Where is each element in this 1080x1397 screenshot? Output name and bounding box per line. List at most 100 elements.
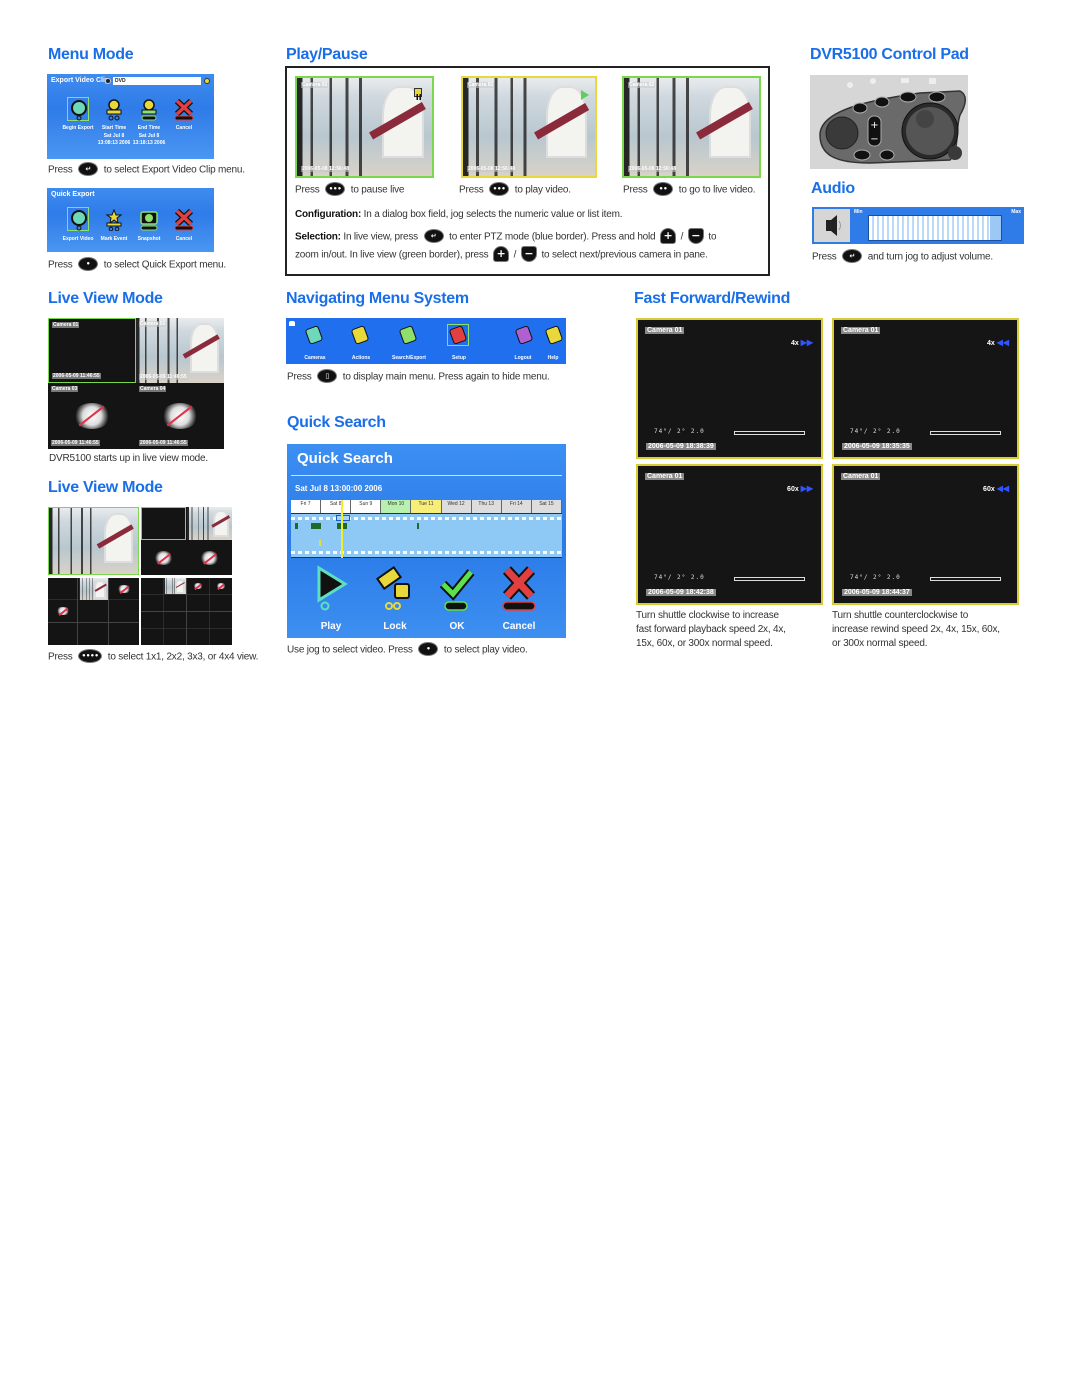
timeline-day[interactable]: Thu 13: [471, 500, 502, 513]
main-menu-item-actions[interactable]: Actions: [338, 324, 384, 364]
main-menu-item-search-export[interactable]: Search/Export: [386, 324, 432, 364]
selection-text-line2: zoom in/out. In live view (green border)…: [295, 246, 708, 263]
playback-frame-rewind-60x: Camera 01 60x ◀◀ 74°/ 2° 2.0 2006-05-09 18:…: [832, 464, 1019, 605]
svg-text:+: +: [870, 120, 878, 131]
caption-text: to select Quick Export menu.: [103, 259, 226, 271]
menu-item-label: Start Time: [101, 125, 127, 131]
live-view-2x2-grid: Camera 01 2006-05-09 11:46:55 Camera 02 …: [48, 318, 224, 449]
action-lock-label[interactable]: Lock: [365, 621, 425, 632]
timeline-day[interactable]: Mon 10: [381, 500, 412, 513]
cancel-icon[interactable]: [174, 208, 194, 231]
divider: [291, 475, 562, 476]
timeline-day[interactable]: Fri 14: [501, 500, 532, 513]
camera-tile[interactable]: Camera 01 2006-05-09 11:46:55: [48, 318, 136, 383]
camera-icon: [304, 325, 324, 345]
speed-value: 4x: [790, 340, 799, 347]
timeline-day[interactable]: Sun 9: [351, 500, 382, 513]
timeline-day-strip: Fri 7 Sat 8 Sun 9 Mon 10 Tue 11 Wed 12 Thu 13 F…: [291, 500, 562, 513]
minus-button-icon: −: [520, 246, 537, 262]
camera-image: [624, 78, 759, 176]
camera-label: Camera 02: [301, 82, 329, 88]
no-camera-icon: [117, 584, 131, 594]
play-icon[interactable]: [311, 564, 351, 612]
end-time-icon[interactable]: [139, 99, 159, 121]
configuration-label: Configuration:: [295, 209, 362, 220]
caption-text: Press: [295, 184, 320, 196]
selection-window[interactable]: [336, 515, 350, 521]
timeline-track[interactable]: [291, 500, 562, 558]
enter-button-icon: ↵: [423, 229, 444, 243]
caption-text: to select 1x1, 2x2, 3x3, or 4x4 view.: [107, 651, 259, 663]
timeline-day[interactable]: Sat 15: [531, 500, 562, 513]
action-play-label[interactable]: Play: [301, 621, 361, 632]
no-camera-icon: [160, 402, 200, 430]
caption-text: Press: [812, 251, 837, 263]
navigating-caption: Press ▯ to display main menu. Press agai…: [287, 369, 550, 384]
no-camera-icon: [193, 582, 203, 590]
four-dot-button-icon: ••••: [78, 649, 103, 663]
export-format-field[interactable]: DVD: [113, 77, 201, 85]
search-date: Sat Jul 8 13:00:00 2006: [295, 484, 383, 493]
menu-item-label: End Time: [137, 125, 161, 131]
timeline-day[interactable]: Sat 8: [321, 500, 352, 513]
right-arrow-icon[interactable]: [204, 78, 210, 84]
three-dot-button-icon: •••: [325, 182, 346, 196]
timestamp: 2006-05-09 18:38:39: [646, 443, 716, 450]
cancel-icon[interactable]: [174, 98, 194, 121]
svg-text:−: −: [870, 134, 878, 145]
recording-mark: [417, 523, 419, 529]
timeline-day[interactable]: Wed 12: [441, 500, 472, 513]
cancel-icon[interactable]: [499, 564, 539, 612]
check-icon[interactable]: [437, 564, 477, 612]
caption-text: to select next/previous camera in pane.: [541, 249, 708, 261]
camera-label: Camera 02: [139, 321, 167, 327]
timeline-cursor[interactable]: [341, 500, 343, 558]
start-time-icon[interactable]: [104, 99, 124, 121]
lock-icon[interactable]: [375, 564, 415, 612]
timeline-day[interactable]: Tue 11: [411, 500, 442, 513]
caption-text: Press: [48, 259, 73, 271]
camera-image: [79, 578, 108, 600]
camera-image: [297, 78, 432, 176]
end-time-value: Sat Jul 8 13:18:13 2006: [132, 133, 166, 146]
export-disc-icon[interactable]: [69, 99, 89, 121]
quick-search-caption: Use jog to select video. Press • to sele…: [287, 642, 528, 657]
export-video-icon[interactable]: [69, 209, 89, 231]
action-cancel-label[interactable]: Cancel: [489, 621, 549, 632]
main-menu-item-setup[interactable]: Setup: [436, 324, 482, 364]
export-caption: Press ↵ to select Export Video Clip menu…: [48, 162, 245, 177]
left-arrow-icon[interactable]: [105, 78, 111, 84]
camera-image: [49, 508, 138, 574]
main-menu-item-logout[interactable]: Logout: [512, 324, 534, 364]
camera-tile[interactable]: Camera 04 2006-05-09 11:46:55: [136, 383, 224, 449]
caption-text: In live view, press: [343, 231, 418, 243]
caption-text: Press: [287, 371, 312, 383]
main-menu-item-help[interactable]: Help: [542, 324, 564, 364]
track-perforation: [291, 517, 562, 520]
export-screen-title: Export Video Clip: [51, 77, 110, 84]
main-menu-item-label: Cameras: [304, 355, 326, 361]
timeline-day[interactable]: Fri 7: [291, 500, 322, 513]
volume-slider[interactable]: [868, 215, 1002, 241]
speaker-icon: [814, 209, 850, 242]
camera-tile[interactable]: Camera 02 2006-05-09 11:46:55: [136, 318, 224, 383]
timestamp: 2006-05-09 11:46:55: [51, 440, 100, 446]
caption-text: to enter PTZ mode (blue border). Press a…: [449, 231, 656, 243]
camera-label: Camera 01: [841, 327, 881, 334]
camera-tile[interactable]: Camera 03 2006-05-09 11:46:55: [48, 383, 136, 449]
speed-indicator: 4x ◀◀: [987, 338, 1009, 347]
snapshot-icon[interactable]: [139, 209, 159, 231]
audio-heading: Audio: [811, 180, 855, 197]
action-ok-label[interactable]: OK: [427, 621, 487, 632]
plus-button-icon: +: [660, 228, 677, 244]
main-menu-item-cameras[interactable]: Cameras: [292, 324, 338, 364]
play-caption: Press ••• to play video.: [459, 182, 571, 197]
speed-indicator: 4x ▶▶: [791, 338, 813, 347]
play-icon: [581, 90, 589, 100]
caption-text: zoom in/out. In live view (green border)…: [295, 249, 489, 261]
camera-tile: [210, 578, 232, 594]
mark-event-icon[interactable]: [104, 208, 124, 232]
track-perforation: [291, 551, 562, 554]
quick-search-screen: Quick Search Sat Jul 8 13:00:00 2006 Fri…: [287, 444, 566, 638]
timestamp: 2006-05-08 12:56:48: [467, 166, 516, 172]
